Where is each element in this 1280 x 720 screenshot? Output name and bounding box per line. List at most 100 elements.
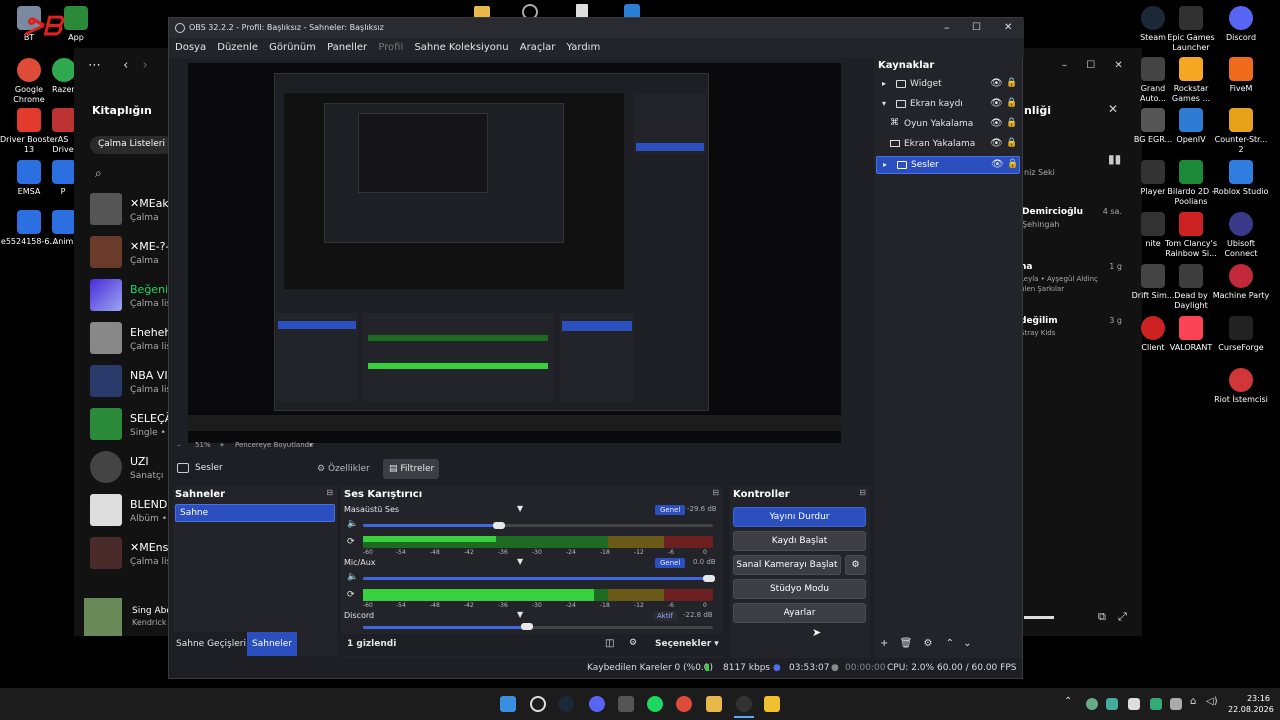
close-button[interactable]: ✕ [1004,18,1012,38]
now-playing-title[interactable]: Sing Abo [132,606,172,616]
desktop-icon-e5524158[interactable]: e5524158-6... [0,210,58,247]
desktop-icon-emsa[interactable]: EMSA [0,160,58,197]
volume-knob[interactable] [521,623,533,630]
hidden-count[interactable]: 1 gizlendi [347,639,396,649]
undock-icon[interactable]: ⊟ [859,488,866,497]
desktop-icon-chrome[interactable]: Google Chrome [0,58,58,105]
start-virtual-camera-button[interactable]: Sanal Kamerayı Başlat [733,555,841,575]
collapse-icon[interactable]: ▾ [882,99,886,108]
lock-icon[interactable]: 🔒 [1006,118,1017,128]
fit-to-window[interactable]: Pencereye Boyutlandır [235,438,314,452]
bg-progress-bar[interactable] [1024,616,1054,619]
right-panel-row[interactable]: Demircioğlu Şehingah 4 sa. [1022,207,1122,237]
library-row[interactable]: UZI Sanatçı [90,451,170,489]
menu-help[interactable]: Yardım [567,42,601,53]
desktop-icon-as-drive[interactable]: AS Drive [52,108,74,155]
lock-icon[interactable]: 🔒 [1006,78,1017,88]
clock[interactable]: 23:16 22.08.2026 [1228,693,1274,715]
filters-button[interactable]: ▤ Filtreler [383,459,439,479]
menu-edit[interactable]: Düzenle [217,42,258,53]
mixer-options-button[interactable]: Seçenekler ▾ [655,639,719,649]
network-icon[interactable]: ⌂ [1190,696,1196,707]
desktop-icon-curseforge[interactable]: CurseForge [1212,316,1270,353]
tray-app-icon[interactable] [1170,698,1182,710]
audio-settings-icon[interactable]: ⟳ [347,537,355,547]
tray-steam-icon[interactable] [1086,698,1098,710]
library-row[interactable]: BeğenileÇalma list [90,279,170,317]
desktop-icon-cs2[interactable]: Counter-Str... 2 [1212,108,1270,155]
minimize-button[interactable]: – [944,18,950,38]
menu-tools[interactable]: Araçlar [520,42,556,53]
forward-icon[interactable]: › [142,58,147,73]
source-item[interactable]: ▾ Ekran kaydı 👁 🔒 [876,96,1020,114]
app-icon[interactable] [764,696,780,712]
move-up-icon[interactable]: ⌃ [946,638,954,649]
remove-source-icon[interactable]: 🗑 [900,638,913,649]
speaker-icon[interactable]: 🔈 [347,519,358,529]
preview-canvas[interactable] [188,63,841,443]
library-row[interactable]: ✕ME-?- Çalma [90,236,170,274]
right-panel-row[interactable]: na Leyla • Ayşegül Aldinç nlen Şarkılar … [1020,262,1122,302]
library-row[interactable]: ✕MEak Çalma [90,193,170,231]
lock-icon[interactable]: 🔒 [1007,159,1018,169]
volume-knob[interactable] [493,522,505,529]
maximize-icon[interactable]: ☐ [1086,60,1095,71]
desktop-icon-roblox[interactable]: Roblox Studio [1212,160,1270,197]
properties-button[interactable]: ⚙ Özellikler [317,459,371,479]
menu-file[interactable]: Dosya [175,42,206,53]
visibility-eye-icon[interactable]: 👁 [990,138,1003,149]
menu-profile[interactable]: Profil [378,42,403,53]
desktop-icon-razer[interactable]: Razer [52,58,74,95]
steam-icon[interactable] [558,696,574,712]
desktop-icon-ubisoft[interactable]: Ubisoft Connect [1212,212,1270,259]
source-properties-icon[interactable]: ⚙ [923,638,932,649]
desktop-icon-anim[interactable]: Anim [52,210,74,247]
library-row[interactable]: ✕MEnsÇalma list [90,537,170,575]
library-search-icon[interactable]: ⌕ [95,166,102,181]
chrome-icon[interactable] [676,696,692,712]
fullscreen-icon[interactable]: ⤢ [1118,610,1127,624]
library-row[interactable]: SELEÇÃ Single • T [90,408,170,446]
tab-scenes[interactable]: Sahneler [247,632,297,656]
source-item-selected[interactable]: ▸ Sesler 👁 🔒 [876,156,1020,174]
tray-app-icon[interactable] [1106,698,1118,710]
maximize-button[interactable]: ☐ [972,18,981,38]
source-item[interactable]: ▸ Widget 👁 🔒 [876,76,1020,94]
expand-icon[interactable]: ▸ [882,79,886,88]
source-item[interactable]: ⌘ Oyun Yakalama 👁 🔒 [876,116,1020,134]
undock-icon[interactable]: ⊟ [712,488,719,497]
add-source-icon[interactable]: + [880,638,888,649]
file-explorer-icon[interactable] [706,696,722,712]
tray-app-icon[interactable] [1128,698,1140,710]
tray-app-icon[interactable] [1150,698,1162,710]
obs-icon[interactable] [736,696,752,712]
discord-icon[interactable] [589,696,605,712]
tab-scene-transitions[interactable]: Sahne Geçişleri [173,632,249,656]
source-item[interactable]: Ekran Yakalama 👁 🔒 [876,136,1020,154]
volume-knob[interactable] [703,575,715,582]
zoom-dropdown-icon[interactable]: ▾ [309,438,313,452]
lock-icon[interactable]: 🔒 [1006,98,1017,108]
stop-streaming-button[interactable]: Yayını Durdur [733,507,866,527]
start-recording-button[interactable]: Kaydı Başlat [733,531,866,551]
search-icon[interactable] [530,696,546,712]
zoom-out-icon[interactable]: – [177,438,181,452]
miniplayer-icon[interactable]: ⧉ [1098,610,1106,624]
menu-scene-collection[interactable]: Sahne Koleksiyonu [414,42,508,53]
back-icon[interactable]: ‹ [123,58,128,73]
library-row[interactable]: EheheheÇalma list [90,322,170,360]
visibility-eye-icon[interactable]: 👁 [990,98,1003,109]
library-row[interactable]: NBA VIBÇalma list [90,365,170,403]
expand-icon[interactable]: ▸ [883,160,887,169]
visibility-eye-icon[interactable]: 👁 [991,159,1004,170]
library-row[interactable]: BLENDAlbüm • B [90,494,170,532]
virtual-camera-settings-button[interactable]: ⚙ [845,555,866,575]
undock-icon[interactable]: ⊟ [326,488,333,497]
menu-view[interactable]: Görünüm [269,42,316,53]
studio-mode-button[interactable]: Stüdyo Modu [733,579,866,599]
volume-icon[interactable]: ◁) [1206,696,1218,707]
lock-icon[interactable]: 🔒 [1006,138,1017,148]
menu-docks[interactable]: Paneller [327,42,367,53]
more-icon[interactable]: ⋯ [88,58,101,73]
settings-button[interactable]: Ayarlar [733,603,866,623]
